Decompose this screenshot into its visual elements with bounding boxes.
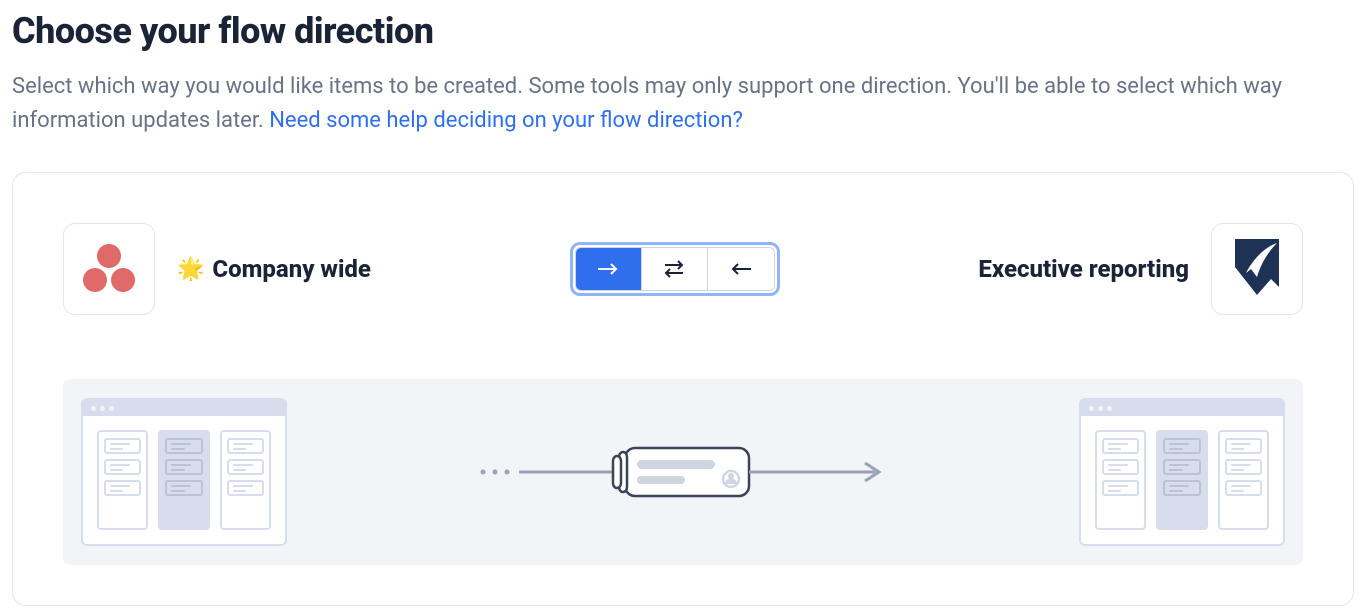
page-subtitle: Select which way you would like items to… <box>12 70 1352 138</box>
smartsheet-icon <box>1231 237 1283 301</box>
direction-one-way-left-button[interactable] <box>708 248 774 290</box>
source-name: Company wide <box>212 255 371 283</box>
direction-two-way-button[interactable] <box>642 248 708 290</box>
source-preview-window <box>81 398 287 546</box>
arrows-two-way-icon <box>660 259 688 279</box>
help-link[interactable]: Need some help deciding on your flow dir… <box>269 108 743 133</box>
source-emoji: 🌟 <box>177 257 204 282</box>
direction-selector <box>570 242 780 296</box>
destination-side: Executive reporting <box>978 223 1303 315</box>
source-tool-icon <box>63 223 155 315</box>
arrow-right-icon <box>594 260 622 278</box>
flow-header-row: 🌟 Company wide <box>63 223 1303 315</box>
destination-tool-icon <box>1211 223 1303 315</box>
destination-preview-window <box>1079 398 1285 546</box>
page-title: Choose your flow direction <box>12 10 1354 52</box>
direction-one-way-right-button[interactable] <box>576 248 642 290</box>
flow-arrow-graphic <box>287 399 1079 545</box>
asana-icon <box>80 242 138 296</box>
flow-illustration <box>63 379 1303 565</box>
destination-name: Executive reporting <box>978 255 1189 283</box>
flow-config-panel: 🌟 Company wide <box>12 172 1354 606</box>
source-label: 🌟 Company wide <box>177 255 371 283</box>
source-side: 🌟 Company wide <box>63 223 371 315</box>
destination-label: Executive reporting <box>978 255 1189 283</box>
arrow-left-icon <box>727 260 755 278</box>
